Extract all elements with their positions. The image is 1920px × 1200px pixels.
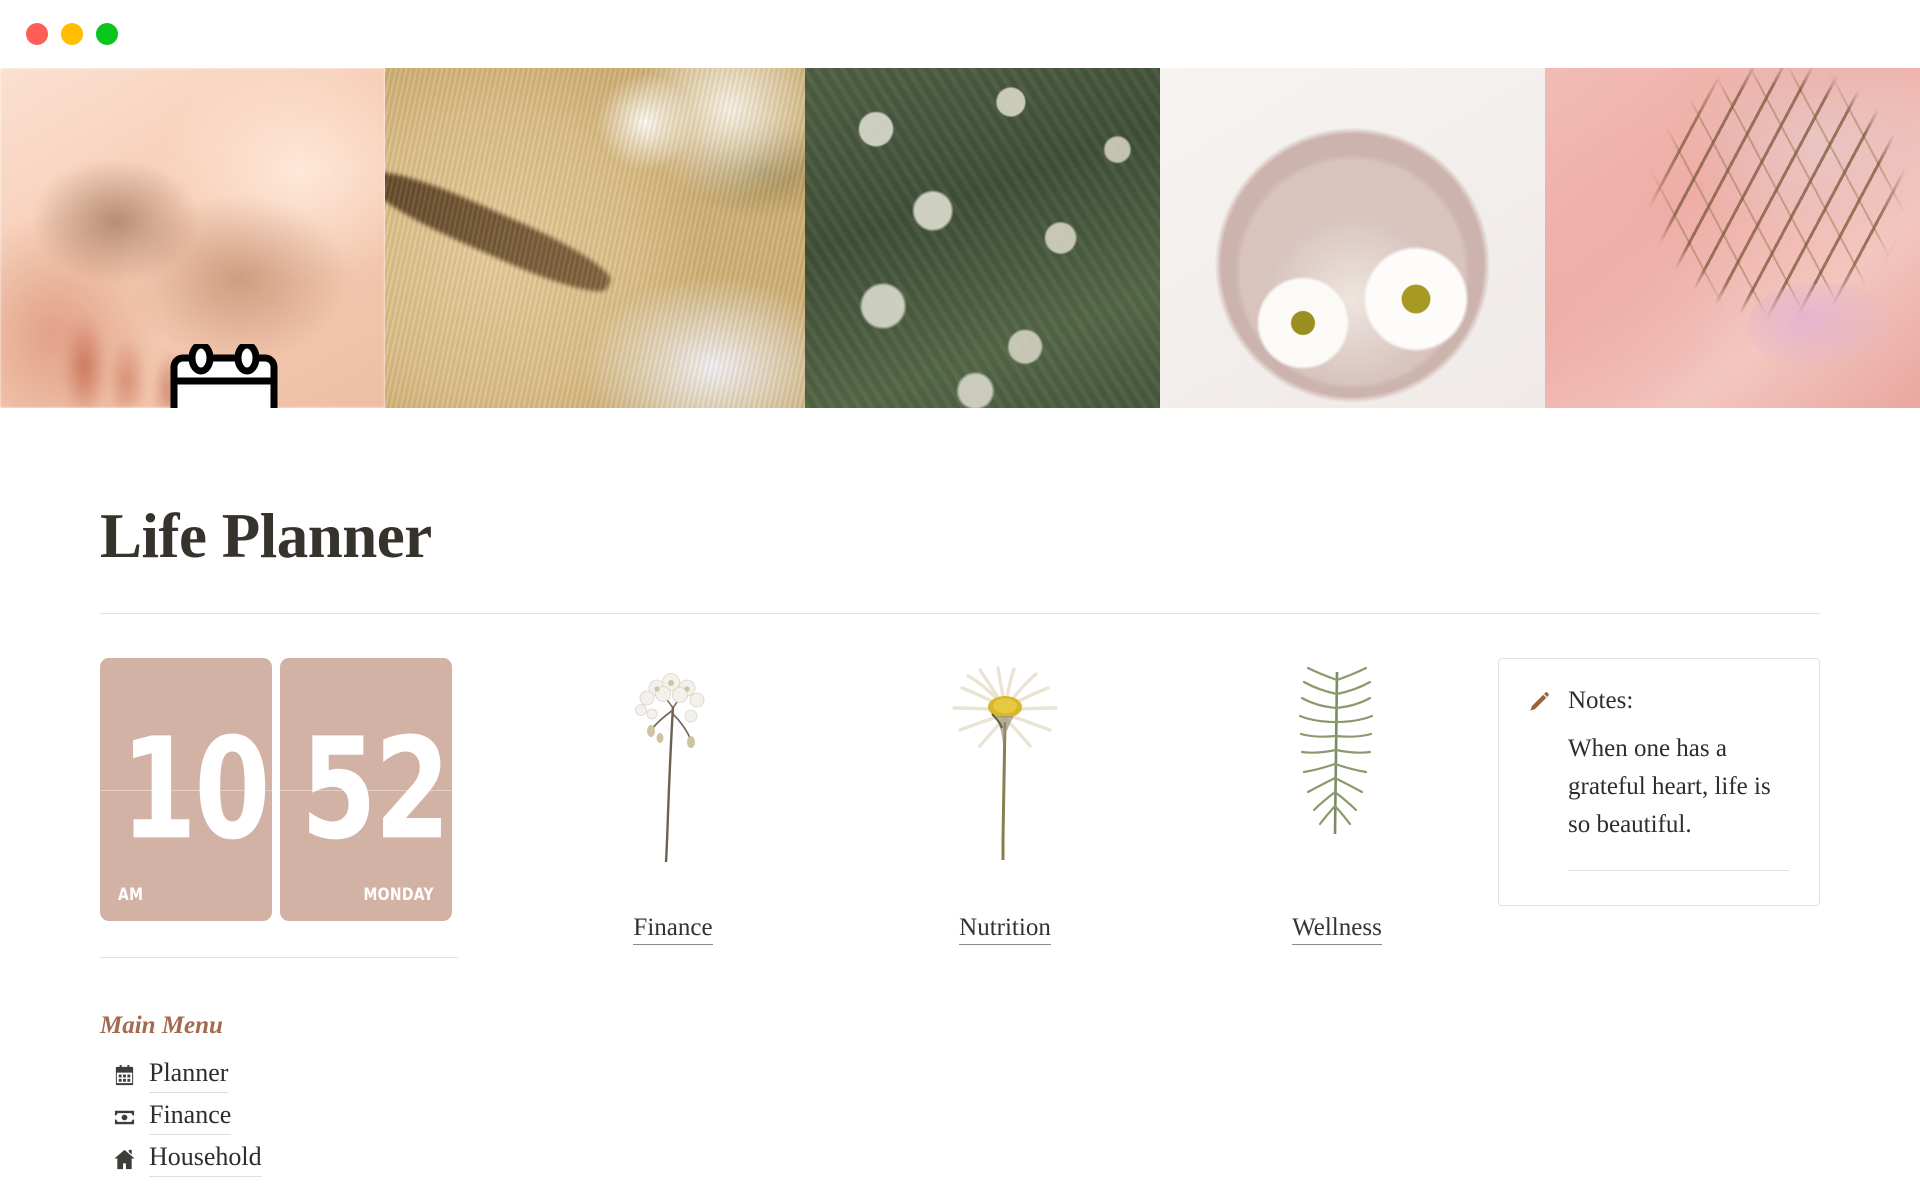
notes-title: Notes:: [1568, 687, 1634, 715]
category-label: Nutrition: [959, 914, 1051, 946]
dashboard-top-grid: 10 AM 52 MONDAY Main Menu Planner Financ…: [100, 658, 1820, 1180]
notes-body[interactable]: When one has a grateful heart, life is s…: [1525, 730, 1789, 844]
sidebar-heading: Main Menu: [100, 1012, 223, 1040]
calendar-icon[interactable]: [168, 344, 280, 408]
cover-photo-5: [1545, 68, 1920, 408]
category-label: Wellness: [1292, 914, 1382, 946]
category-shortcuts: Finance Nutrition Wellness: [460, 658, 1498, 946]
maximize-button[interactable]: [96, 23, 118, 45]
close-button[interactable]: [26, 23, 48, 45]
notes-divider: [1568, 870, 1789, 872]
house-icon: [114, 1149, 135, 1169]
notes-card[interactable]: Notes: When one has a grateful heart, li…: [1498, 658, 1820, 907]
sidebar-divider: [100, 957, 458, 959]
minimize-button[interactable]: [61, 23, 83, 45]
calendar-icon: [115, 1065, 134, 1086]
sidebar-item-household[interactable]: Household: [100, 1138, 460, 1180]
flip-card-seam: [100, 789, 272, 791]
document-body: Life Planner 10 AM 52 MONDAY Main Menu P…: [0, 503, 1920, 1200]
flip-clock-weekday: MONDAY: [363, 885, 434, 906]
sidebar-item-label: Planner: [149, 1058, 229, 1094]
pressed-rosemary-icon: [1176, 664, 1498, 896]
category-label: Finance: [633, 914, 713, 946]
pressed-babys-breath-icon: [512, 664, 834, 896]
sidebar-item-finance[interactable]: Finance: [100, 1096, 460, 1138]
notes-column: Notes: When one has a grateful heart, li…: [1498, 658, 1820, 907]
pencil-icon: [1530, 692, 1549, 711]
sidebar-item-label: Household: [149, 1142, 262, 1177]
category-card-wellness[interactable]: Wellness: [1176, 664, 1498, 946]
flip-clock-meridiem: AM: [118, 885, 144, 906]
sidebar-item-planner[interactable]: Planner: [100, 1054, 460, 1096]
cover-photo-2: [385, 68, 805, 408]
cover-photo-4: [1160, 68, 1545, 408]
flip-clock-hour-card: 10 AM: [100, 658, 272, 922]
left-column: 10 AM 52 MONDAY Main Menu Planner Financ…: [100, 658, 460, 1180]
sidebar-menu: Planner Finance Household: [100, 1054, 460, 1180]
pressed-daisy-icon: [844, 664, 1166, 896]
category-card-nutrition[interactable]: Nutrition: [844, 664, 1166, 946]
flip-clock-minute-card: 52 MONDAY: [280, 658, 452, 922]
page-title: Life Planner: [100, 501, 432, 571]
flip-clock-widget: 10 AM 52 MONDAY: [100, 658, 460, 922]
category-card-finance[interactable]: Finance: [512, 664, 834, 946]
flip-card-seam: [280, 789, 452, 791]
title-divider: [100, 613, 1820, 615]
sidebar-item-label: Finance: [149, 1100, 232, 1135]
cover-photo-3: [805, 68, 1160, 408]
banknote-icon: [114, 1110, 135, 1125]
window-titlebar: [0, 0, 1920, 68]
cover-banner[interactable]: [0, 68, 1920, 408]
